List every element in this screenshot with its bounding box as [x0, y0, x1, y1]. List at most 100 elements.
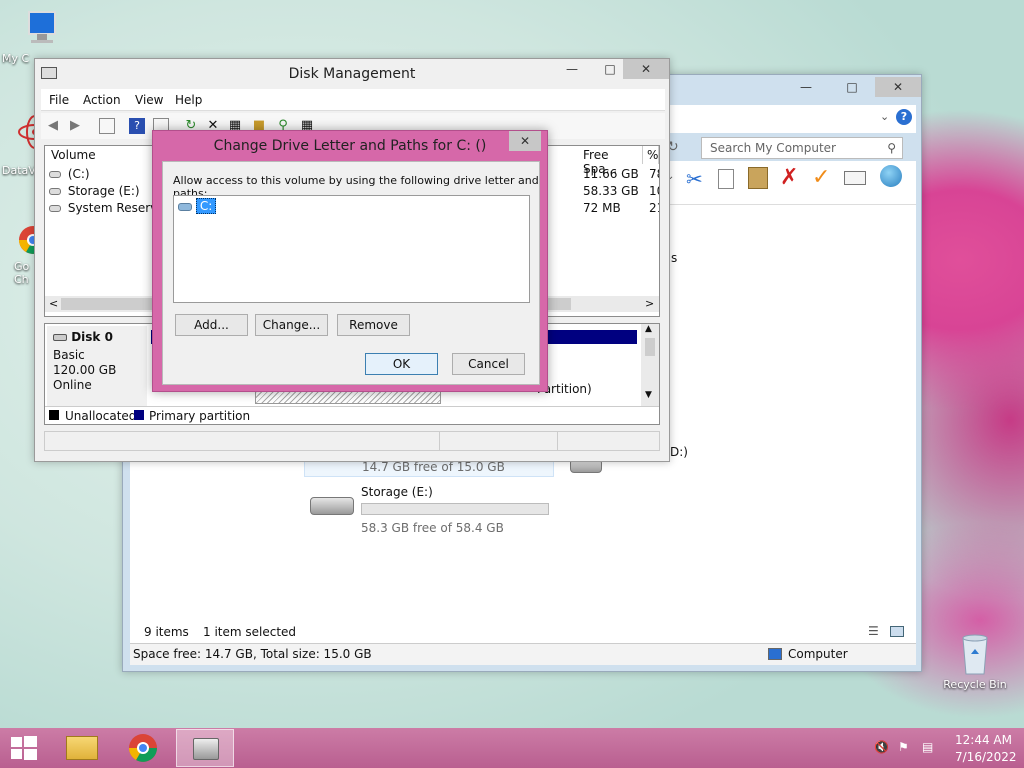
volume-row[interactable]: Storage (E:)	[49, 184, 140, 198]
desktop-icon-recycle-bin[interactable]: Recycle Bin	[940, 630, 1010, 691]
title-bar[interactable]: Disk Management — □ ✕	[35, 59, 669, 89]
minimize-button[interactable]: —	[783, 77, 829, 97]
legend-swatch-primary	[134, 410, 144, 420]
close-button[interactable]: ✕	[623, 59, 669, 79]
partial-drive-label: D:)	[670, 445, 688, 459]
drive-icon	[49, 171, 61, 178]
computer-icon	[13, 10, 57, 50]
path-label: C:	[195, 198, 217, 214]
scroll-down-icon[interactable]: ▼	[645, 390, 652, 400]
change-button[interactable]: Change...	[255, 314, 328, 336]
legend: Unallocated Primary partition	[45, 406, 659, 424]
windows-logo-icon	[11, 736, 37, 760]
status-bar: Space free: 14.7 GB, Total size: 15.0 GB…	[130, 643, 916, 665]
legend-label: Unallocated	[65, 409, 137, 423]
close-button[interactable]: ✕	[875, 77, 921, 97]
search-icon: ⚲	[887, 141, 896, 155]
maximize-button[interactable]: □	[595, 59, 625, 79]
vertical-scrollbar[interactable]: ▲ ▼	[641, 324, 659, 406]
legend-label: Primary partition	[149, 409, 251, 423]
menu-file[interactable]: File	[49, 93, 69, 107]
scroll-left-icon[interactable]: <	[49, 297, 58, 310]
path-list-item[interactable]: C:	[178, 198, 217, 214]
taskbar-disk-management[interactable]	[176, 729, 234, 767]
disk-management-icon	[193, 738, 219, 760]
partial-group-label: s	[671, 251, 678, 265]
recycle-bin-icon	[957, 630, 993, 676]
taskbar: 🔇 ⚑ ▤ 12:44 AM 7/16/2022	[0, 728, 1024, 768]
taskbar-chrome[interactable]	[114, 729, 172, 767]
network-globe-icon[interactable]	[880, 165, 902, 187]
drive-free-text: 14.7 GB free of 15.0 GB	[362, 460, 505, 474]
volume-name: (C:)	[67, 167, 90, 181]
search-placeholder: Search My Computer	[710, 141, 836, 155]
minimize-button[interactable]: —	[549, 59, 595, 79]
selected-count: 1 item selected	[203, 625, 297, 639]
disk-size: 120.00 GB	[53, 363, 117, 377]
action-center-flag-icon[interactable]: ⚑	[898, 740, 909, 754]
desktop-icon-my-computer[interactable]: My C	[0, 10, 70, 65]
maximize-button[interactable]: □	[829, 77, 875, 97]
search-input[interactable]: Search My Computer ⚲	[701, 137, 903, 159]
dialog-title: Change Drive Letter and Paths for C: ()	[213, 138, 487, 154]
percent-cell: 78	[649, 167, 659, 181]
drive-icon	[49, 188, 61, 195]
clock-date[interactable]: 7/16/2022	[955, 750, 1017, 764]
scroll-thumb[interactable]	[645, 338, 655, 356]
network-icon[interactable]: ▤	[922, 740, 933, 754]
delete-icon[interactable]: ✗	[780, 165, 798, 190]
column-header-free-space[interactable]: Free Spa...	[577, 146, 643, 176]
help-icon[interactable]: ?	[896, 109, 912, 125]
change-drive-letter-dialog: Change Drive Letter and Paths for C: () …	[152, 130, 548, 392]
rename-icon[interactable]	[844, 171, 866, 185]
help-book-icon[interactable]: ?	[129, 118, 145, 134]
clock-time[interactable]: 12:44 AM	[955, 733, 1012, 747]
folder-icon	[66, 736, 98, 760]
chrome-icon	[129, 734, 157, 762]
back-icon[interactable]: ◀	[45, 118, 61, 134]
drive-e-tile[interactable]: Storage (E:) 58.3 GB free of 58.4 GB	[304, 483, 564, 537]
start-button[interactable]	[0, 728, 48, 768]
drive-name: Storage (E:)	[361, 485, 433, 499]
expand-chevron-icon[interactable]: ⌄	[880, 110, 889, 123]
menu-view[interactable]: View	[135, 93, 163, 107]
ok-button[interactable]: OK	[365, 353, 438, 375]
volume-row[interactable]: (C:)	[49, 167, 90, 181]
dialog-body: Allow access to this volume by using the…	[162, 161, 540, 385]
properties-check-icon[interactable]: ✓	[812, 165, 830, 190]
menu-action[interactable]: Action	[83, 93, 121, 107]
free-space-cell: 58.33 GB	[583, 184, 639, 198]
copy-icon[interactable]	[718, 169, 734, 189]
drive-icon	[178, 202, 192, 211]
large-icons-view-icon[interactable]	[890, 626, 904, 637]
show-hide-console-icon[interactable]	[99, 118, 115, 134]
paste-icon[interactable]	[748, 167, 768, 189]
details-view-icon[interactable]: ☰	[868, 624, 879, 638]
computer-small-icon	[768, 648, 782, 660]
column-header-volume[interactable]: Volume	[45, 146, 155, 164]
disk-name: Disk 0	[71, 330, 113, 344]
column-label: %	[647, 148, 659, 162]
disk-type: Basic	[53, 348, 85, 362]
column-header-percent[interactable]: %	[643, 146, 659, 164]
drive-free-text: 58.3 GB free of 58.4 GB	[361, 521, 504, 535]
menu-help[interactable]: Help	[175, 93, 202, 107]
cancel-button[interactable]: Cancel	[452, 353, 525, 375]
close-button[interactable]: ✕	[509, 131, 541, 151]
status-divider	[557, 432, 558, 450]
space-info: Space free: 14.7 GB, Total size: 15.0 GB	[133, 647, 372, 661]
volume-muted-icon[interactable]: 🔇	[874, 740, 889, 754]
remove-button[interactable]: Remove	[337, 314, 410, 336]
column-label: Volume	[51, 148, 96, 162]
add-button[interactable]: Add...	[175, 314, 248, 336]
scroll-up-icon[interactable]: ▲	[645, 324, 652, 334]
legend-swatch-unallocated	[49, 410, 59, 420]
taskbar-file-explorer[interactable]	[54, 729, 112, 767]
drive-icon	[49, 205, 61, 212]
drive-paths-list[interactable]: C:	[173, 195, 530, 303]
scroll-right-icon[interactable]: >	[645, 297, 654, 310]
cut-icon[interactable]: ✂	[686, 167, 703, 191]
location-label: Computer	[788, 647, 848, 661]
drive-usage-bar	[361, 503, 549, 515]
forward-icon[interactable]: ▶	[67, 118, 83, 134]
